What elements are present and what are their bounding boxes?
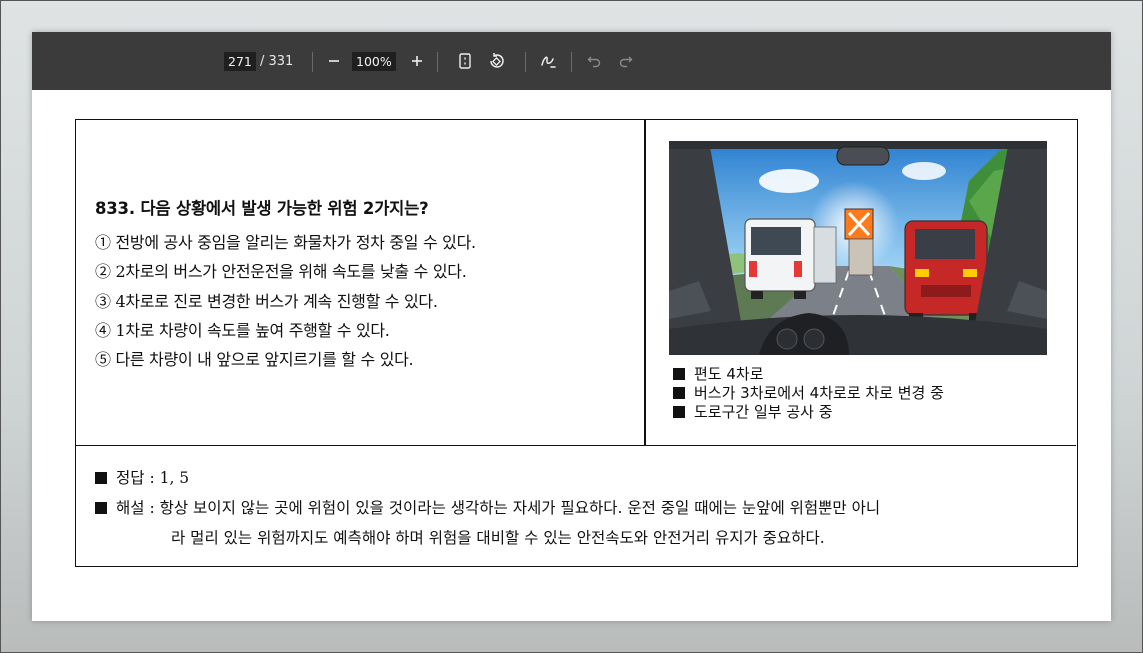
question-title: 833. 다음 상황에서 발생 가능한 위험 2가지는?: [95, 199, 429, 218]
explanation-text-1: 해설 : 항상 보이지 않는 곳에 위험이 있을 것이라는 생각하는 자세가 필…: [116, 499, 881, 517]
toolbar-divider: [571, 52, 572, 72]
pdf-viewer: 271 / 331 100% 833. 다음 상황에서 발생 가능한 위험 2가…: [32, 32, 1111, 621]
plus-icon: [412, 56, 422, 66]
zoom-level[interactable]: 100%: [352, 51, 396, 71]
road-scene-image: [669, 141, 1047, 355]
toolbar-divider: [437, 52, 438, 72]
redo-icon: [619, 56, 633, 68]
option-5: ⑤ 다른 차량이 내 앞으로 앞지르기를 할 수 있다.: [95, 350, 414, 370]
page-total: / 331: [260, 32, 293, 90]
column-divider: [644, 120, 646, 445]
question-row: 833. 다음 상황에서 발생 가능한 위험 2가지는? ① 전방에 공사 중임…: [76, 120, 1076, 446]
option-4: ④ 1차로 차량이 속도를 높여 주행할 수 있다.: [95, 320, 390, 340]
rotate-icon: [490, 53, 504, 68]
square-bullet-icon: [673, 368, 685, 380]
note-text: 버스가 3차로에서 4차로로 차로 변경 중: [694, 384, 944, 402]
undo-icon: [587, 56, 601, 68]
zoom-level-field[interactable]: 100%: [352, 32, 396, 90]
square-bullet-icon: [673, 387, 685, 399]
draw-icon: [541, 56, 556, 68]
undo-button[interactable]: [586, 32, 602, 90]
zoom-in-button[interactable]: [408, 32, 426, 90]
square-bullet-icon: [95, 502, 107, 514]
square-bullet-icon: [673, 406, 685, 418]
fit-page-button[interactable]: [457, 32, 473, 90]
answer-line: 정답 : 1, 5: [95, 463, 1060, 493]
option-2: ② 2차로의 버스가 안전운전을 위해 속도를 낮출 수 있다.: [95, 262, 467, 282]
answer-label: 정답 : 1, 5: [116, 469, 190, 487]
toolbar-divider: [525, 52, 526, 72]
option-1: ① 전방에 공사 중임을 알리는 화물차가 정차 중일 수 있다.: [95, 233, 476, 252]
situation-notes: 편도 4차로 버스가 3차로에서 4차로로 차로 변경 중 도로구간 일부 공사…: [673, 365, 944, 422]
explanation-text-2: 라 멀리 있는 위험까지도 예측해야 하며 위험을 대비할 수 있는 안전속도와…: [171, 529, 825, 547]
note-text: 도로구간 일부 공사 중: [694, 403, 833, 421]
option-3: ③ 4차로로 진로 변경한 버스가 계속 진행할 수 있다.: [95, 291, 438, 311]
draw-button[interactable]: [538, 32, 558, 90]
page-number-field[interactable]: 271: [224, 32, 256, 90]
redo-button[interactable]: [618, 32, 634, 90]
minus-icon: [329, 60, 339, 62]
note-text: 편도 4차로: [694, 365, 764, 383]
note-item: 편도 4차로: [673, 365, 944, 384]
answer-section: 정답 : 1, 5 해설 : 항상 보이지 않는 곳에 위험이 있을 것이라는 …: [95, 463, 1060, 553]
road-scene-illustration: [669, 141, 1047, 355]
explanation-line: 해설 : 항상 보이지 않는 곳에 위험이 있을 것이라는 생각하는 자세가 필…: [95, 493, 1060, 523]
page-total-label: / 331: [260, 53, 294, 69]
fit-page-icon: [459, 53, 471, 69]
page-current-input[interactable]: 271: [224, 51, 256, 71]
question-block: 833. 다음 상황에서 발생 가능한 위험 2가지는? ① 전방에 공사 중임…: [95, 195, 476, 374]
zoom-out-button[interactable]: [325, 32, 343, 90]
note-item: 도로구간 일부 공사 중: [673, 403, 944, 422]
note-item: 버스가 3차로에서 4차로로 차로 변경 중: [673, 384, 944, 403]
question-card: 833. 다음 상황에서 발생 가능한 위험 2가지는? ① 전방에 공사 중임…: [75, 119, 1078, 567]
rotate-button[interactable]: [487, 32, 507, 90]
toolbar-divider: [312, 52, 313, 72]
square-bullet-icon: [95, 472, 107, 484]
pdf-toolbar: 271 / 331 100%: [32, 32, 1111, 90]
